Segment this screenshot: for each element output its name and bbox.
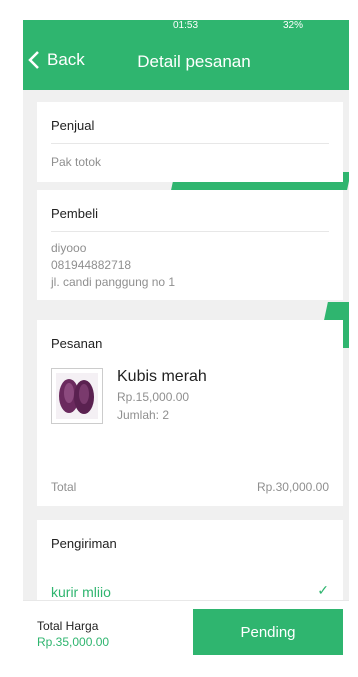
order-total-row: Total Rp.30,000.00 xyxy=(51,480,329,494)
courier-option[interactable]: kurir mliio xyxy=(51,584,111,600)
red-cabbage-image xyxy=(56,373,98,419)
buyer-address: jl. candi panggung no 1 xyxy=(51,275,176,289)
bottom-bar: Total Harga Rp.35,000.00 Pending xyxy=(23,600,349,662)
seller-name: Pak totok xyxy=(51,155,102,169)
divider xyxy=(51,231,329,232)
total-price-value: Rp.35,000.00 xyxy=(37,635,110,649)
buyer-name: diyooo xyxy=(51,241,87,255)
divider xyxy=(51,143,329,144)
buyer-card: Pembeli diyooo 081944882718 jl. candi pa… xyxy=(37,190,343,300)
product-price: Rp.15,000.00 xyxy=(117,390,190,404)
product-quantity: Jumlah: 2 xyxy=(117,408,170,422)
buyer-phone: 081944882718 xyxy=(51,258,132,272)
pending-button[interactable]: Pending xyxy=(193,609,343,655)
status-time: 01:53 xyxy=(173,20,199,31)
product-image xyxy=(51,368,103,424)
app-frame: 01:53 32% Back Detail pesanan Penjual Pa… xyxy=(23,20,349,662)
app-header: Back Detail pesanan xyxy=(23,32,349,90)
order-card: Pesanan Kubis merah Rp.15,000.00 Jumlah:… xyxy=(37,320,343,506)
order-total-label: Total xyxy=(51,480,77,494)
order-total-value: Rp.30,000.00 xyxy=(256,480,329,494)
seller-card: Penjual Pak totok xyxy=(37,102,343,182)
product-name: Kubis merah xyxy=(117,368,207,385)
battery-level: 32% xyxy=(283,20,304,31)
buyer-title: Pembeli xyxy=(51,206,98,221)
page-title: Detail pesanan xyxy=(137,52,251,71)
total-price-label: Total Harga xyxy=(37,619,99,633)
seller-title: Penjual xyxy=(51,118,95,133)
status-bar: 01:53 32% xyxy=(23,20,349,32)
checkmark-icon: ✓ xyxy=(317,582,329,598)
order-title: Pesanan xyxy=(51,336,103,351)
shipping-title: Pengiriman xyxy=(51,536,117,551)
